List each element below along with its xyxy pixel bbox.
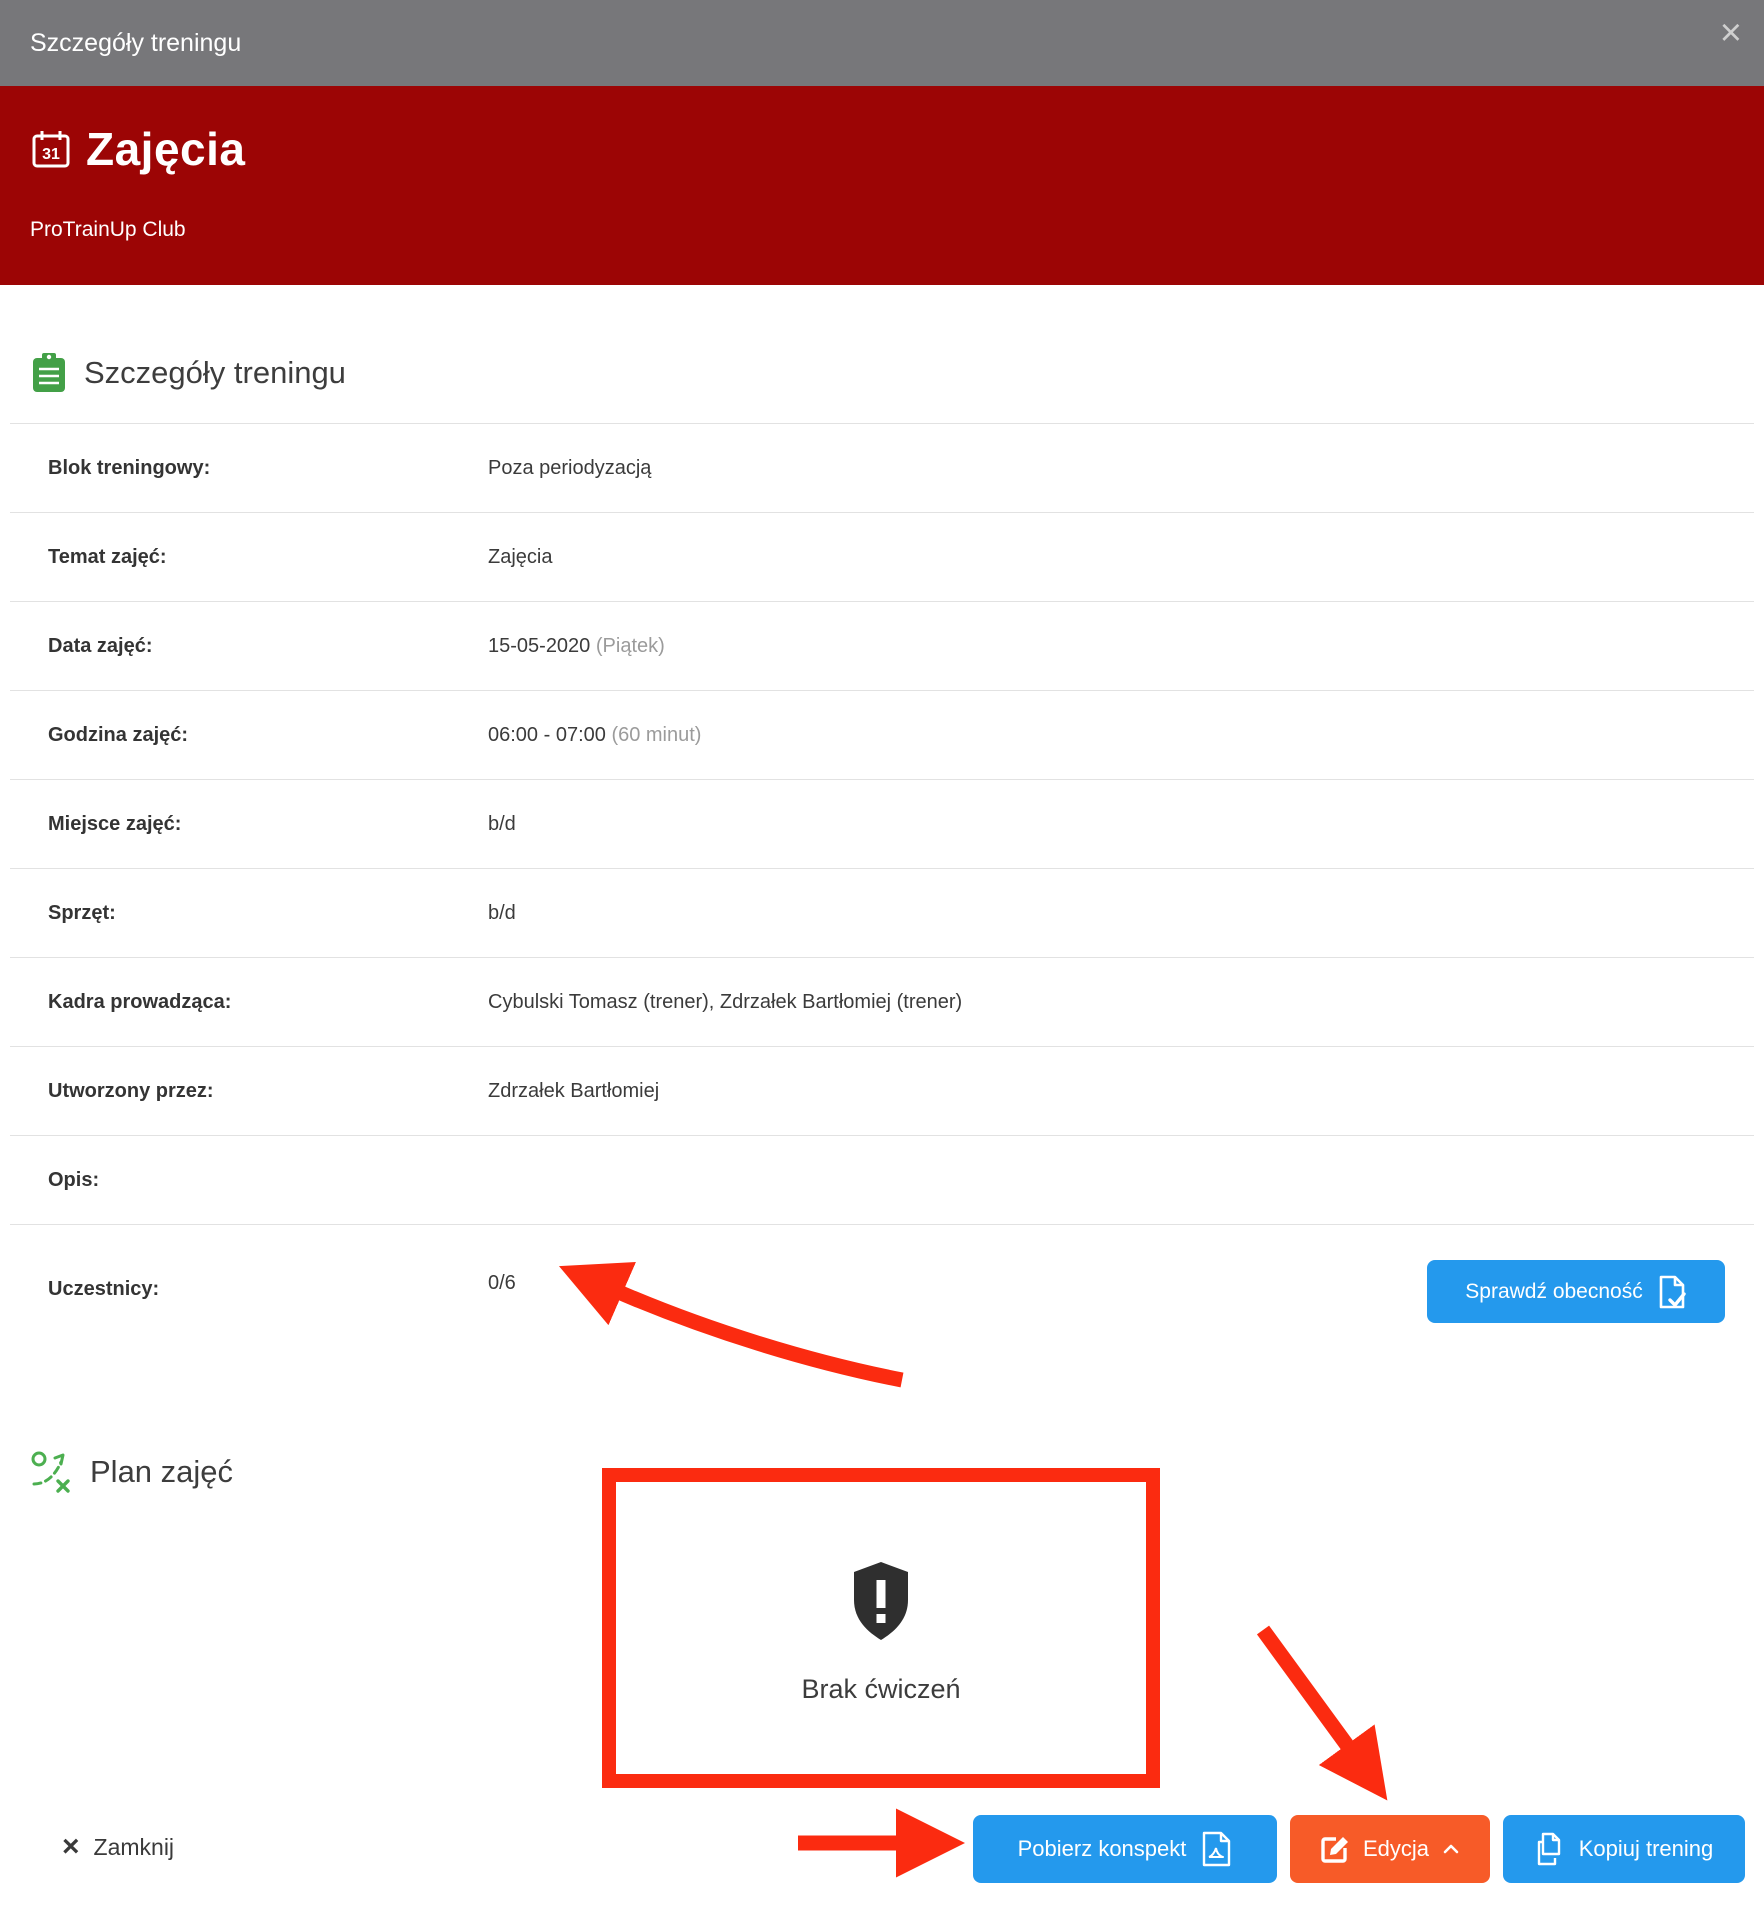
detail-row: Miejsce zajęć: b/d — [10, 780, 1754, 869]
detail-label: Godzina zajęć: — [48, 724, 488, 747]
detail-value-muted: (60 minut) — [611, 724, 701, 746]
detail-label: Utworzony przez: — [48, 1080, 488, 1103]
event-banner: 31 Zajęcia ProTrainUp Club — [0, 86, 1764, 285]
shield-alert-icon — [850, 1560, 912, 1642]
close-label: Zamknij — [94, 1834, 175, 1861]
detail-label: Kadra prowadząca: — [48, 991, 488, 1014]
download-outline-label: Pobierz konspekt — [1018, 1836, 1187, 1862]
detail-row: Utworzony przez: Zdrzałek Bartłomiej — [10, 1047, 1754, 1136]
download-outline-button[interactable]: Pobierz konspekt — [973, 1815, 1277, 1883]
club-name: ProTrainUp Club — [30, 218, 186, 242]
copy-training-label: Kopiuj trening — [1579, 1836, 1714, 1862]
event-title: Zajęcia — [86, 122, 246, 176]
plan-section-header: Plan zajęć — [30, 1450, 233, 1494]
detail-value: b/d — [488, 813, 516, 835]
copy-training-button[interactable]: Kopiuj trening — [1503, 1815, 1745, 1883]
detail-row: Godzina zajęć: 06:00 - 07:00 (60 minut) — [10, 691, 1754, 780]
detail-value: Cybulski Tomasz (trener), Zdrzałek Bartł… — [488, 991, 962, 1013]
pdf-file-icon — [1200, 1831, 1232, 1867]
plan-empty-state-highlight-box: Brak ćwiczeń — [602, 1468, 1160, 1788]
arrow-to-participants — [614, 1290, 902, 1380]
calendar-icon: 31 — [30, 128, 72, 170]
check-attendance-button[interactable]: Sprawdź obecność — [1427, 1260, 1725, 1323]
detail-label: Blok treningowy: — [48, 457, 488, 480]
edit-pencil-icon — [1321, 1835, 1349, 1863]
close-modal-button[interactable]: × Zamknij — [62, 1832, 174, 1862]
check-attendance-label: Sprawdź obecność — [1465, 1280, 1642, 1304]
detail-value: Poza periodyzacją — [488, 457, 651, 479]
modal-title: Szczegóły treningu — [30, 29, 241, 58]
participants-label: Uczestnicy: — [48, 1278, 159, 1301]
plan-section-title: Plan zajęć — [90, 1454, 233, 1490]
detail-row: Opis: — [10, 1136, 1754, 1225]
strategy-icon — [30, 1450, 74, 1494]
document-check-icon — [1657, 1275, 1687, 1309]
details-table: Blok treningowy: Poza periodyzacją Temat… — [10, 424, 1754, 1225]
detail-value: b/d — [488, 902, 516, 924]
detail-value: Zajęcia — [488, 546, 552, 568]
modal-header: Szczegóły treningu × — [0, 0, 1764, 86]
detail-label: Opis: — [48, 1169, 488, 1192]
close-icon[interactable]: × — [1720, 14, 1742, 52]
detail-value-muted: (Piątek) — [596, 635, 665, 657]
detail-row: Sprzęt: b/d — [10, 869, 1754, 958]
details-section-title: Szczegóły treningu — [84, 355, 346, 391]
detail-label: Data zajęć: — [48, 635, 488, 658]
detail-label: Temat zajęć: — [48, 546, 488, 569]
arrow-to-edit-button — [1263, 1630, 1352, 1752]
participants-count: 0/6 — [488, 1272, 516, 1295]
detail-value: 15-05-2020 — [488, 635, 590, 657]
details-section-header: Szczegóły treningu — [30, 352, 346, 394]
chevron-up-icon — [1443, 1844, 1459, 1854]
detail-label: Miejsce zajęć: — [48, 813, 488, 836]
edit-label: Edycja — [1363, 1836, 1429, 1862]
edit-button[interactable]: Edycja — [1290, 1815, 1490, 1883]
detail-row: Kadra prowadząca: Cybulski Tomasz (trene… — [10, 958, 1754, 1047]
svg-text:31: 31 — [42, 146, 60, 163]
detail-label: Sprzęt: — [48, 902, 488, 925]
detail-row: Blok treningowy: Poza periodyzacją — [10, 424, 1754, 513]
training-details-modal: Szczegóły treningu × 31 Zajęcia ProTrain… — [0, 0, 1764, 1910]
empty-exercises-text: Brak ćwiczeń — [801, 1674, 960, 1705]
detail-row: Temat zajęć: Zajęcia — [10, 513, 1754, 602]
detail-value: Zdrzałek Bartłomiej — [488, 1080, 659, 1102]
detail-row: Data zajęć: 15-05-2020 (Piątek) — [10, 602, 1754, 691]
detail-value: 06:00 - 07:00 — [488, 724, 606, 746]
close-x-icon: × — [62, 1832, 80, 1862]
clipboard-icon — [30, 352, 68, 394]
event-title-row: 31 Zajęcia — [30, 122, 246, 176]
copy-icon — [1535, 1832, 1565, 1866]
